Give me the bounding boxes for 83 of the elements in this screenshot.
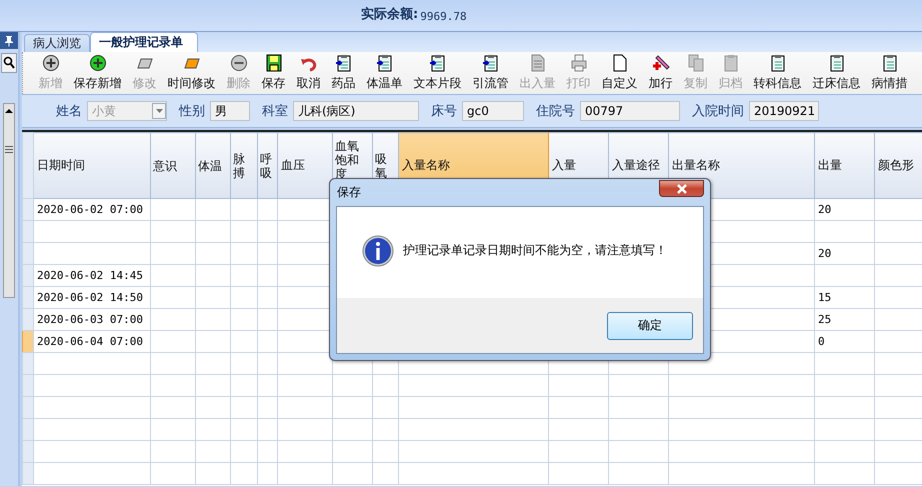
row-header[interactable] <box>22 198 34 220</box>
minus-icon <box>230 54 248 72</box>
toolbar-button[interactable]: 病情措 <box>866 52 912 94</box>
tab[interactable]: 病人浏览 <box>24 34 90 52</box>
grip-icon <box>5 146 13 153</box>
scrollbar[interactable] <box>3 103 15 298</box>
balance-label: 实际余额: <box>361 6 418 23</box>
clipboard-icon <box>828 54 846 72</box>
ok-button[interactable]: 确定 <box>607 312 693 340</box>
toolbar-button[interactable]: 药品 <box>326 52 360 94</box>
toolbar-button[interactable]: 转科信息 <box>748 52 806 94</box>
clipboard-icon <box>428 54 446 72</box>
tab[interactable]: 一般护理记录单 <box>90 32 198 52</box>
table-cell: 2020-06-02 07:00 <box>34 198 150 220</box>
pin-button[interactable] <box>0 32 18 49</box>
column-header[interactable]: 血压 <box>278 132 332 198</box>
plus-icon <box>88 54 106 72</box>
table-cell: 20 <box>814 242 874 264</box>
pin-icon <box>4 34 14 46</box>
field-label: 科室 <box>262 103 288 120</box>
pencil-icon <box>652 54 670 72</box>
close-button[interactable] <box>659 180 704 197</box>
search-button[interactable] <box>1 53 17 73</box>
column-header[interactable]: 呼吸 <box>258 132 278 198</box>
input-field[interactable]: 00797 <box>580 101 680 121</box>
field-label: 姓名 <box>56 103 82 120</box>
toolbar-button[interactable]: 时间修改 <box>162 52 220 94</box>
field-label: 住院号 <box>536 103 575 120</box>
toolbar-button[interactable]: 文本片段 <box>408 52 466 94</box>
column-header[interactable]: 日期时间 <box>34 132 150 198</box>
toolbar-button[interactable]: 加行 <box>644 52 678 94</box>
corner-cell <box>22 132 34 198</box>
input-field[interactable]: 20190921 <box>749 101 819 121</box>
field-label: 入院时间 <box>692 103 744 120</box>
balance-value: 9969.78 <box>420 10 467 23</box>
toolbar-button[interactable]: 自定义 <box>596 52 642 94</box>
clipboard-icon <box>482 54 500 72</box>
input-field[interactable]: 儿科(病区) <box>293 101 419 121</box>
dialog-message: 护理记录单记录日期时间不能为空，请注意填写！ <box>403 242 667 259</box>
row-header[interactable] <box>22 220 34 242</box>
clipboard-icon <box>376 54 394 72</box>
clipboard-icon <box>334 54 352 72</box>
table-cell: 2020-06-02 14:50 <box>34 286 150 308</box>
row-header[interactable] <box>22 330 34 352</box>
field-label: 床号 <box>431 103 457 120</box>
clipboard-icon <box>880 54 898 72</box>
row-header[interactable] <box>22 264 34 286</box>
row-header[interactable] <box>22 242 34 264</box>
table-cell: 15 <box>814 286 874 308</box>
table-cell: 20 <box>814 198 874 220</box>
table-cell: 2020-06-02 14:45 <box>34 264 150 286</box>
document-icon <box>528 54 546 72</box>
table-cell: 25 <box>814 308 874 330</box>
document-icon <box>610 54 628 72</box>
column-header[interactable]: 意识 <box>150 132 196 198</box>
table-cell: 2020-06-04 07:00 <box>34 330 150 352</box>
column-header[interactable]: 颜色形 <box>874 132 922 198</box>
toolbar-button[interactable]: 体温单 <box>362 52 408 94</box>
column-header[interactable]: 出量 <box>814 132 874 198</box>
toolbar-button[interactable]: 保存新增 <box>68 52 126 94</box>
close-icon <box>676 184 688 194</box>
row-header[interactable] <box>22 308 34 330</box>
scroll-up-icon <box>5 108 13 114</box>
column-header[interactable]: 体温 <box>196 132 230 198</box>
clipboard-icon <box>768 54 786 72</box>
table-cell: 0 <box>814 330 874 352</box>
input-field[interactable]: 男 <box>210 101 250 121</box>
info-icon <box>362 234 394 266</box>
toolbar-button[interactable]: 迁床信息 <box>808 52 866 94</box>
table-cell: 2020-06-03 07:00 <box>34 308 150 330</box>
search-icon <box>3 56 15 70</box>
dialog-title: 保存 <box>337 184 361 201</box>
input-field[interactable]: gc0 <box>462 101 524 121</box>
field-label: 性别 <box>179 103 205 120</box>
plus-icon <box>42 54 60 72</box>
column-header[interactable]: 脉搏 <box>230 132 258 198</box>
toolbar-button[interactable]: 取消 <box>292 52 326 94</box>
row-header[interactable] <box>22 286 34 308</box>
save-icon <box>264 54 282 72</box>
printer-icon <box>570 54 588 72</box>
toolbar-button[interactable]: 引流管 <box>468 52 514 94</box>
toolbar-button[interactable]: 保存 <box>256 52 290 94</box>
column-header[interactable]: 出量名称 <box>668 132 814 198</box>
